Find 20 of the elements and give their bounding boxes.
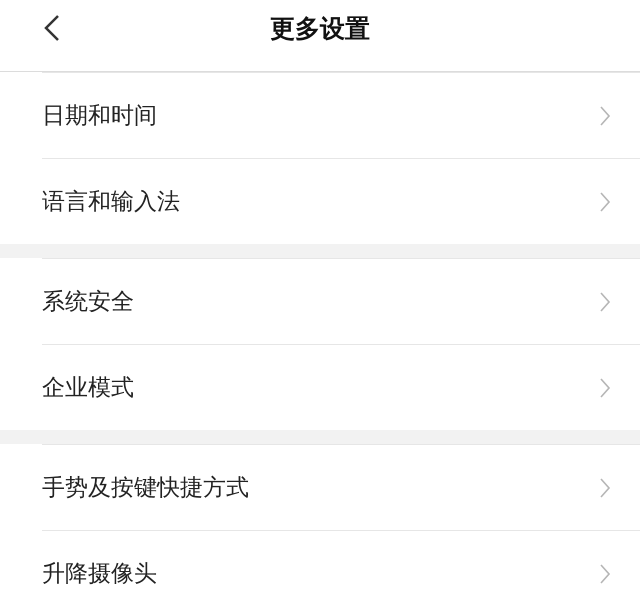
chevron-right-icon [600,292,610,312]
settings-label: 企业模式 [42,374,135,403]
settings-label: 语言和输入法 [42,188,181,217]
chevron-right-icon [600,564,610,584]
settings-label: 升降摄像头 [42,560,158,589]
back-icon[interactable] [42,14,62,42]
settings-label: 手势及按键快捷方式 [42,474,250,503]
settings-item[interactable]: 语言和输入法 [42,158,640,244]
chevron-right-icon [600,106,610,126]
settings-item[interactable]: 企业模式 [42,344,640,430]
settings-item[interactable]: 升降摄像头 [42,530,640,603]
chevron-right-icon [600,478,610,498]
chevron-right-icon [600,378,610,398]
settings-label: 日期和时间 [42,102,158,131]
settings-label: 系统安全 [42,288,135,317]
settings-item[interactable]: 系统安全 [42,258,640,344]
page-title: 更多设置 [270,13,370,45]
settings-item[interactable]: 日期和时间 [42,72,640,158]
settings-item[interactable]: 手势及按键快捷方式 [42,444,640,530]
chevron-right-icon [600,192,610,212]
